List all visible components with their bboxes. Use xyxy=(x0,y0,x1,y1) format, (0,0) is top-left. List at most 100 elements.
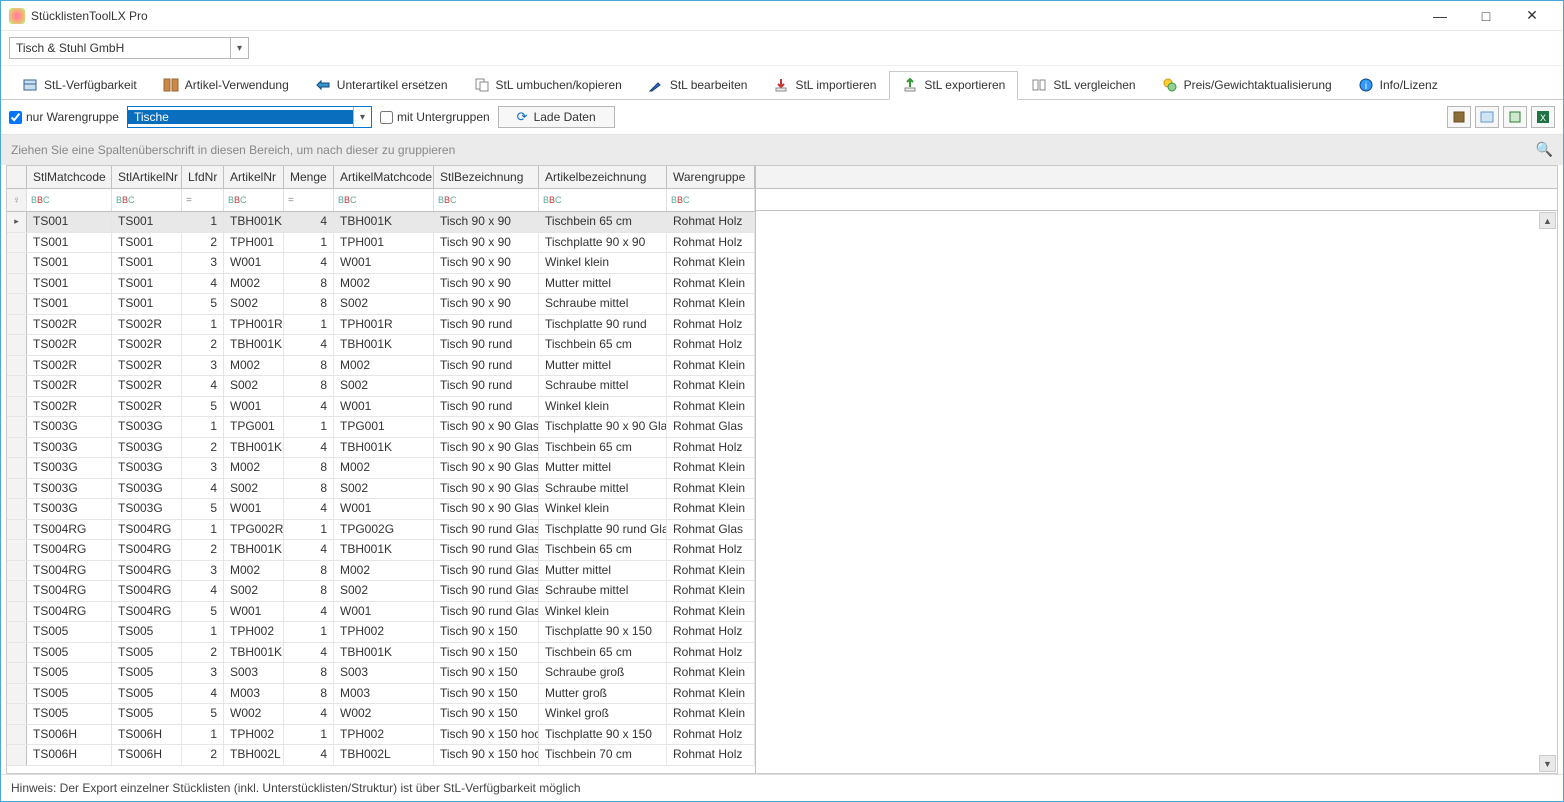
export-icon-2[interactable] xyxy=(1475,106,1499,128)
table-row[interactable]: TS002RTS002R3M0028M002Tisch 90 rundMutte… xyxy=(7,356,755,377)
maximize-button[interactable]: □ xyxy=(1463,1,1509,31)
table-row[interactable]: TS003GTS003G5W0014W001Tisch 90 x 90 Glas… xyxy=(7,499,755,520)
filter-cell[interactable]: BBC xyxy=(539,189,667,211)
table-row[interactable]: TS001TS0014M0028M002Tisch 90 x 90Mutter … xyxy=(7,274,755,295)
filter-cell[interactable]: BBC xyxy=(112,189,182,211)
cell: 2 xyxy=(182,540,224,560)
filter-cell[interactable]: BBC xyxy=(224,189,284,211)
cell: 8 xyxy=(284,356,334,376)
scroll-down-button[interactable]: ▼ xyxy=(1539,755,1556,772)
table-row[interactable]: TS001TS0015S0028S002Tisch 90 x 90Schraub… xyxy=(7,294,755,315)
row-indicator xyxy=(7,438,27,458)
cell: TBH001K xyxy=(334,643,434,663)
only-group-checkbox[interactable]: nur Warengruppe xyxy=(9,110,119,124)
table-row[interactable]: TS004RGTS004RG2TBH001K4TBH001KTisch 90 r… xyxy=(7,540,755,561)
cell: M002 xyxy=(224,274,284,294)
table-row[interactable]: TS001TS0013W0014W001Tisch 90 x 90Winkel … xyxy=(7,253,755,274)
only-group-check-input[interactable] xyxy=(9,111,22,124)
column-header-StlArtikelNr[interactable]: StlArtikelNr xyxy=(112,166,182,188)
filter-cell[interactable]: BBC xyxy=(27,189,112,211)
search-icon[interactable]: 🔍 xyxy=(1536,141,1553,158)
column-header-ArtikelNr[interactable]: ArtikelNr xyxy=(224,166,284,188)
column-header-Menge[interactable]: Menge xyxy=(284,166,334,188)
minimize-button[interactable]: — xyxy=(1417,1,1463,31)
cell: 4 xyxy=(182,376,224,396)
cell: Tischplatte 90 x 150 xyxy=(539,725,667,745)
chevron-down-icon[interactable]: ▾ xyxy=(230,38,248,58)
filter-cell[interactable]: BBC xyxy=(434,189,539,211)
cell: TBH002L xyxy=(334,745,434,765)
load-data-button[interactable]: ⟳ Lade Daten xyxy=(498,106,615,128)
tab-stl-vergleichen[interactable]: StL vergleichen xyxy=(1018,71,1148,99)
cell: TS006H xyxy=(112,725,182,745)
chevron-down-icon[interactable]: ▾ xyxy=(353,107,371,127)
with-subgroups-check-input[interactable] xyxy=(380,111,393,124)
cell: Tisch 90 x 90 xyxy=(434,233,539,253)
cell: Tischbein 65 cm xyxy=(539,335,667,355)
table-row[interactable]: TS003GTS003G3M0028M002Tisch 90 x 90 Glas… xyxy=(7,458,755,479)
row-indicator xyxy=(7,315,27,335)
table-row[interactable]: TS005TS0053S0038S003Tisch 90 x 150Schrau… xyxy=(7,663,755,684)
cell: TS001 xyxy=(112,233,182,253)
table-row[interactable]: TS005TS0054M0038M003Tisch 90 x 150Mutter… xyxy=(7,684,755,705)
export-icon-3[interactable] xyxy=(1503,106,1527,128)
cell: 4 xyxy=(284,212,334,232)
cell: TPG001 xyxy=(334,417,434,437)
cell: Tischplatte 90 x 90 xyxy=(539,233,667,253)
table-row[interactable]: TS006HTS006H2TBH002L4TBH002LTisch 90 x 1… xyxy=(7,745,755,766)
tab-stl-umbuchen-kopieren[interactable]: StL umbuchen/kopieren xyxy=(461,71,635,99)
table-row[interactable]: TS004RGTS004RG3M0028M002Tisch 90 rund Gl… xyxy=(7,561,755,582)
with-subgroups-checkbox[interactable]: mit Untergruppen xyxy=(380,110,490,124)
table-row[interactable]: TS005TS0052TBH001K4TBH001KTisch 90 x 150… xyxy=(7,643,755,664)
filter-cell[interactable]: = xyxy=(284,189,334,211)
cell: TS004RG xyxy=(112,602,182,622)
tab-stl-bearbeiten[interactable]: StL bearbeiten xyxy=(635,71,761,99)
cell: TS002R xyxy=(112,356,182,376)
warengruppe-combo[interactable]: Tische ▾ xyxy=(127,106,372,128)
filter-cell[interactable]: = xyxy=(182,189,224,211)
table-row[interactable]: TS002RTS002R4S0028S002Tisch 90 rundSchra… xyxy=(7,376,755,397)
cell: M002 xyxy=(224,561,284,581)
cell: W001 xyxy=(224,397,284,417)
table-row[interactable]: TS006HTS006H1TPH0021TPH002Tisch 90 x 150… xyxy=(7,725,755,746)
column-header-LfdNr[interactable]: LfdNr xyxy=(182,166,224,188)
column-header-Artikelbezeichnung[interactable]: Artikelbezeichnung xyxy=(539,166,667,188)
tab-artikel-verwendung[interactable]: Artikel-Verwendung xyxy=(150,71,302,99)
export-icon-1[interactable] xyxy=(1447,106,1471,128)
cell: TBH001K xyxy=(334,212,434,232)
close-button[interactable]: ✕ xyxy=(1509,1,1555,31)
tab-preis-gewichtaktualisierung[interactable]: Preis/Gewichtaktualisierung xyxy=(1149,71,1345,99)
table-row[interactable]: TS003GTS003G1TPG0011TPG001Tisch 90 x 90 … xyxy=(7,417,755,438)
column-header-ArtikelMatchcode[interactable]: ArtikelMatchcode xyxy=(334,166,434,188)
table-row[interactable]: TS003GTS003G4S0028S002Tisch 90 x 90 Glas… xyxy=(7,479,755,500)
group-panel[interactable]: Ziehen Sie eine Spaltenüberschrift in di… xyxy=(1,135,1563,165)
column-header-Warengruppe[interactable]: Warengruppe xyxy=(667,166,755,188)
table-row[interactable]: TS001TS0012TPH0011TPH001Tisch 90 x 90Tis… xyxy=(7,233,755,254)
tab-stl-exportieren[interactable]: StL exportieren xyxy=(889,71,1018,100)
table-row[interactable]: TS004RGTS004RG4S0028S002Tisch 90 rund Gl… xyxy=(7,581,755,602)
tab-stl-importieren[interactable]: StL importieren xyxy=(760,71,889,99)
filter-cell[interactable]: BBC xyxy=(334,189,434,211)
table-row[interactable]: ▸TS001TS0011TBH001K4TBH001KTisch 90 x 90… xyxy=(7,212,755,233)
table-row[interactable]: TS005TS0055W0024W002Tisch 90 x 150Winkel… xyxy=(7,704,755,725)
cell: M003 xyxy=(334,684,434,704)
company-combo[interactable]: Tisch & Stuhl GmbH ▾ xyxy=(9,37,249,59)
scroll-up-button[interactable]: ▲ xyxy=(1539,212,1556,229)
cell: M002 xyxy=(334,561,434,581)
tab-info-lizenz[interactable]: iInfo/Lizenz xyxy=(1345,71,1451,99)
tab-unterartikel-ersetzen[interactable]: Unterartikel ersetzen xyxy=(302,71,461,99)
tab-stl-verf-gbarkeit[interactable]: StL-Verfügbarkeit xyxy=(9,71,150,99)
table-row[interactable]: TS002RTS002R5W0014W001Tisch 90 rundWinke… xyxy=(7,397,755,418)
tab-icon xyxy=(648,77,664,93)
svg-text:i: i xyxy=(1365,81,1367,92)
export-excel-icon[interactable]: X xyxy=(1531,106,1555,128)
table-row[interactable]: TS004RGTS004RG5W0014W001Tisch 90 rund Gl… xyxy=(7,602,755,623)
filter-cell[interactable]: BBC xyxy=(667,189,755,211)
column-header-StlMatchcode[interactable]: StlMatchcode xyxy=(27,166,112,188)
table-row[interactable]: TS003GTS003G2TBH001K4TBH001KTisch 90 x 9… xyxy=(7,438,755,459)
table-row[interactable]: TS005TS0051TPH0021TPH002Tisch 90 x 150Ti… xyxy=(7,622,755,643)
table-row[interactable]: TS004RGTS004RG1TPG002R1TPG002GTisch 90 r… xyxy=(7,520,755,541)
column-header-StlBezeichnung[interactable]: StlBezeichnung xyxy=(434,166,539,188)
table-row[interactable]: TS002RTS002R1TPH001R1TPH001RTisch 90 run… xyxy=(7,315,755,336)
table-row[interactable]: TS002RTS002R2TBH001K4TBH001KTisch 90 run… xyxy=(7,335,755,356)
